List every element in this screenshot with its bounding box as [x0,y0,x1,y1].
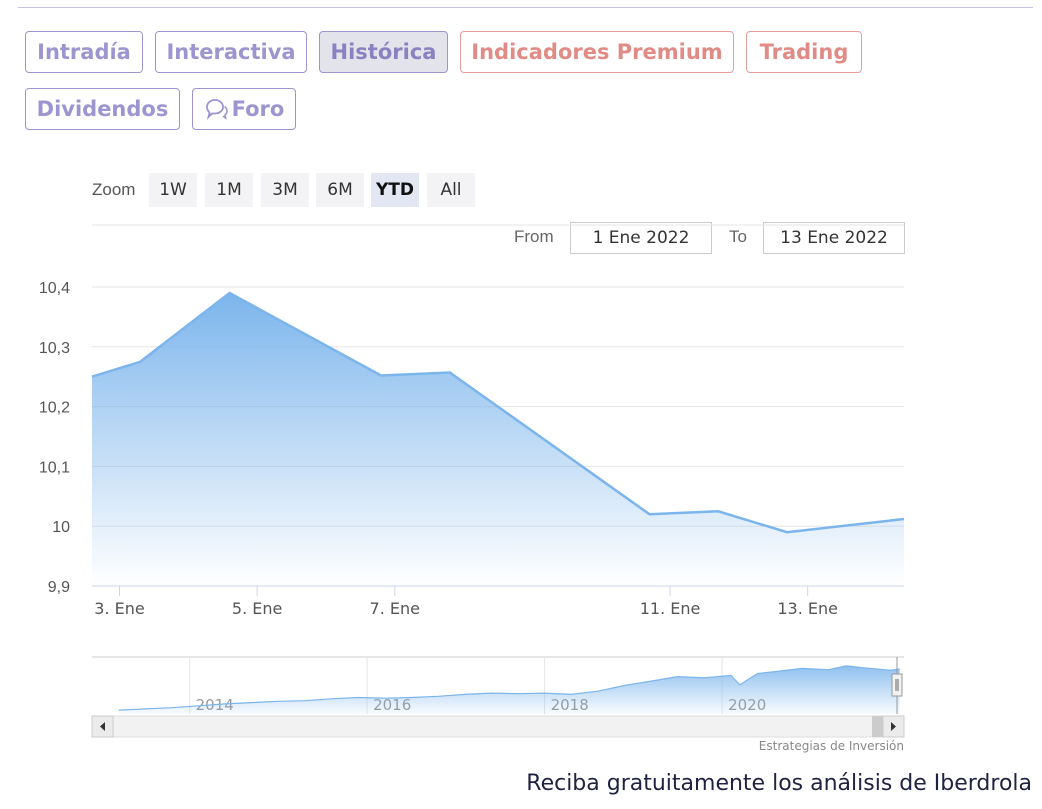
tab-label: Indicadores Premium [471,40,723,64]
x-tick-label: 3. Ene [94,599,144,618]
zoom-all-button[interactable]: All [427,173,475,207]
zoom-ytd-button[interactable]: YTD [371,173,419,207]
tab-historica[interactable]: Histórica [319,31,448,73]
y-tick-label: 10 [52,519,70,536]
scrollbar-thumb[interactable] [872,716,884,737]
chart-credit[interactable]: Estrategias de Inversión [759,739,904,753]
tab-intradia[interactable]: Intradía [25,31,143,73]
navigator-area [118,665,900,714]
tab-interactiva[interactable]: Interactiva [155,31,307,73]
tab-dividendos[interactable]: Dividendos [25,88,180,130]
tab-indicadores-premium[interactable]: Indicadores Premium [460,31,734,73]
y-tick-label: 10,3 [39,340,70,357]
zoom-1w-button[interactable]: 1W [149,173,197,207]
y-tick-label: 10,2 [39,400,70,417]
x-tick-label: 13. Ene [777,599,838,618]
tab-label: Dividendos [36,97,169,121]
tab-label: Intradía [37,40,131,64]
tab-label: Interactiva [166,40,296,64]
zoom-3m-button[interactable]: 3M [261,173,309,207]
x-tick-label: 11. Ene [640,599,701,618]
x-tick-label: 7. Ene [370,599,420,618]
zoom-1m-button[interactable]: 1M [205,173,253,207]
x-tick-label: 5. Ene [232,599,282,618]
tab-label: Foro [231,97,285,121]
y-tick-label: 10,4 [39,280,70,297]
y-tick-label: 9,9 [48,579,70,596]
tab-trading[interactable]: Trading [746,31,862,73]
tab-foro[interactable]: Foro [192,88,296,130]
zoom-label: Zoom [92,180,136,199]
top-divider [18,7,1033,8]
y-tick-label: 10,1 [39,459,70,476]
series-area [92,293,904,586]
tab-label: Histórica [330,40,437,64]
navigator-scrollbar-track[interactable] [91,715,905,738]
navigator[interactable]: 2014201620182020 [0,650,1042,740]
chat-bubbles-icon [205,99,228,120]
promo-text: Reciba gratuitamente los análisis de Ibe… [526,771,1032,796]
navigator-handle[interactable] [891,673,903,697]
price-chart: 9,9 10 10,1 10,2 10,3 10,4 3. Ene 5. Ene 7. Ene 1… [39,224,905,618]
zoom-6m-button[interactable]: 6M [316,173,364,207]
tab-label: Trading [759,40,849,64]
